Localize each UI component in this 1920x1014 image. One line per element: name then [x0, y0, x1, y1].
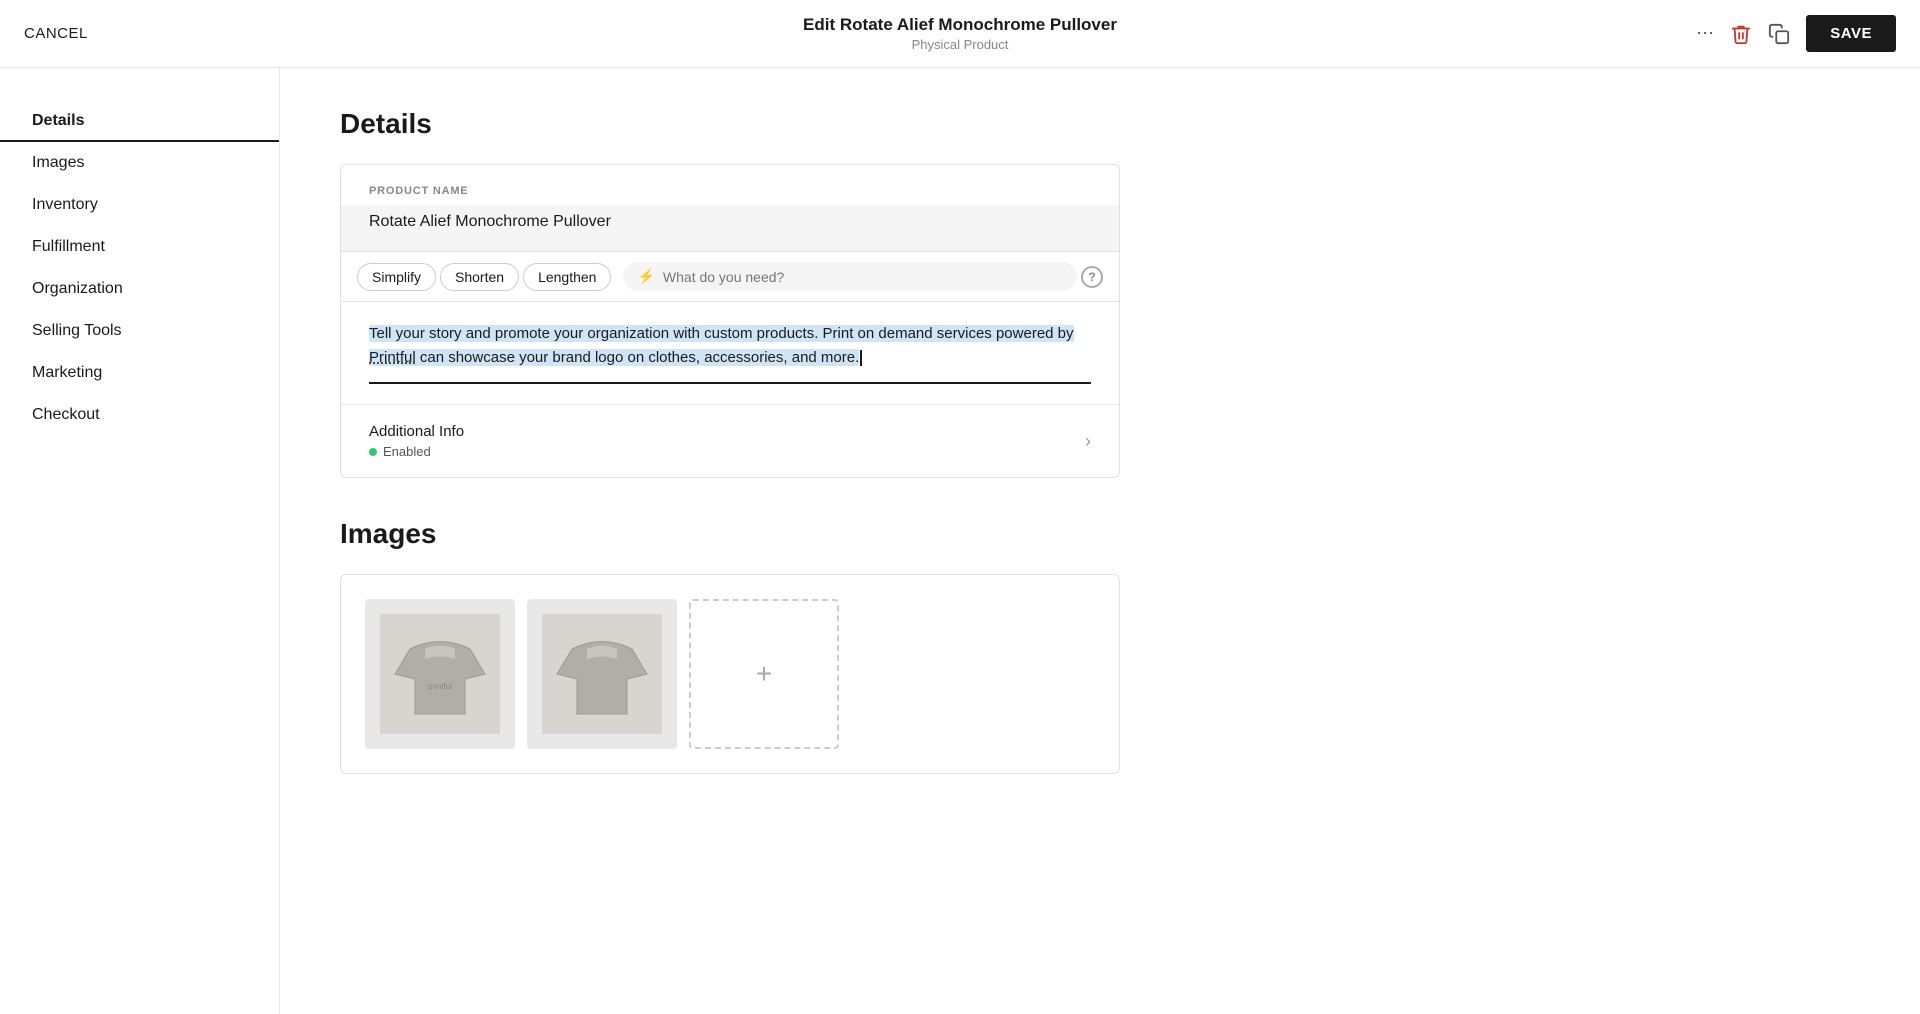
lengthen-button[interactable]: Lengthen: [523, 263, 611, 291]
product-name-label: PRODUCT NAME: [341, 165, 1119, 205]
page-subtitle: Physical Product: [803, 37, 1117, 52]
topbar-right: ⋯ SAVE: [1696, 15, 1896, 52]
copy-icon: [1768, 23, 1790, 45]
help-icon[interactable]: ?: [1081, 266, 1103, 288]
sidebar-item-selling-tools[interactable]: Selling Tools: [0, 310, 279, 352]
ai-toolbar: Simplify Shorten Lengthen ⚡ ?: [341, 252, 1119, 302]
images-section-title: Images: [340, 518, 1120, 550]
sidebar-item-checkout[interactable]: Checkout: [0, 394, 279, 436]
save-button[interactable]: SAVE: [1806, 15, 1896, 52]
more-options-button[interactable]: ⋯: [1696, 16, 1714, 52]
more-horizontal-icon: ⋯: [1696, 23, 1714, 44]
trash-icon: [1730, 23, 1752, 45]
status-row: Enabled: [369, 444, 464, 459]
shorten-button[interactable]: Shorten: [440, 263, 519, 291]
duplicate-button[interactable]: [1768, 16, 1790, 52]
topbar-center: Edit Rotate Alief Monochrome Pullover Ph…: [803, 15, 1117, 52]
additional-info-title: Additional Info: [369, 423, 464, 440]
sidebar-item-marketing[interactable]: Marketing: [0, 352, 279, 394]
description-divider: [369, 382, 1091, 384]
description-area[interactable]: Tell your story and promote your organiz…: [341, 302, 1119, 404]
topbar-left: CANCEL: [24, 25, 224, 43]
status-dot-icon: [369, 448, 377, 456]
images-card: printful +: [340, 574, 1120, 774]
chevron-right-icon: ›: [1085, 431, 1091, 452]
description-selected-text: Tell your story and promote your organiz…: [369, 325, 1074, 366]
ai-search-wrap: ⚡: [623, 262, 1077, 291]
additional-info-row[interactable]: Additional Info Enabled ›: [341, 404, 1119, 477]
plus-icon: +: [756, 658, 772, 690]
add-image-button[interactable]: +: [689, 599, 839, 749]
description-text: Tell your story and promote your organiz…: [369, 322, 1091, 370]
simplify-button[interactable]: Simplify: [357, 263, 436, 291]
additional-info-status: Enabled: [383, 444, 431, 459]
svg-text:printful: printful: [428, 682, 452, 691]
sidebar: Details Images Inventory Fulfillment Org…: [0, 68, 280, 1014]
page-title: Edit Rotate Alief Monochrome Pullover: [803, 15, 1117, 35]
sidebar-item-details[interactable]: Details: [0, 100, 279, 142]
text-cursor: [860, 350, 862, 366]
main-content: Details PRODUCT NAME Simplify Shorten Le…: [280, 68, 1180, 1014]
images-grid: printful +: [365, 599, 1095, 749]
delete-button[interactable]: [1730, 16, 1752, 52]
sidebar-item-organization[interactable]: Organization: [0, 268, 279, 310]
product-image-1[interactable]: printful: [365, 599, 515, 749]
details-section-title: Details: [340, 108, 1120, 140]
sidebar-item-inventory[interactable]: Inventory: [0, 184, 279, 226]
product-image-2[interactable]: [527, 599, 677, 749]
pullover-svg-2: [542, 614, 662, 734]
sidebar-item-fulfillment[interactable]: Fulfillment: [0, 226, 279, 268]
printful-link: Printful: [369, 349, 416, 366]
pullover-svg-1: printful: [380, 614, 500, 734]
product-name-input[interactable]: [341, 205, 1119, 252]
sidebar-item-images[interactable]: Images: [0, 142, 279, 184]
layout: Details Images Inventory Fulfillment Org…: [0, 68, 1920, 1014]
cancel-button[interactable]: CANCEL: [24, 25, 88, 42]
details-card: PRODUCT NAME Simplify Shorten Lengthen ⚡…: [340, 164, 1120, 478]
topbar: CANCEL Edit Rotate Alief Monochrome Pull…: [0, 0, 1920, 68]
lightning-icon: ⚡: [637, 268, 654, 285]
ai-search-input[interactable]: [663, 269, 1063, 285]
additional-info-left: Additional Info Enabled: [369, 423, 464, 459]
